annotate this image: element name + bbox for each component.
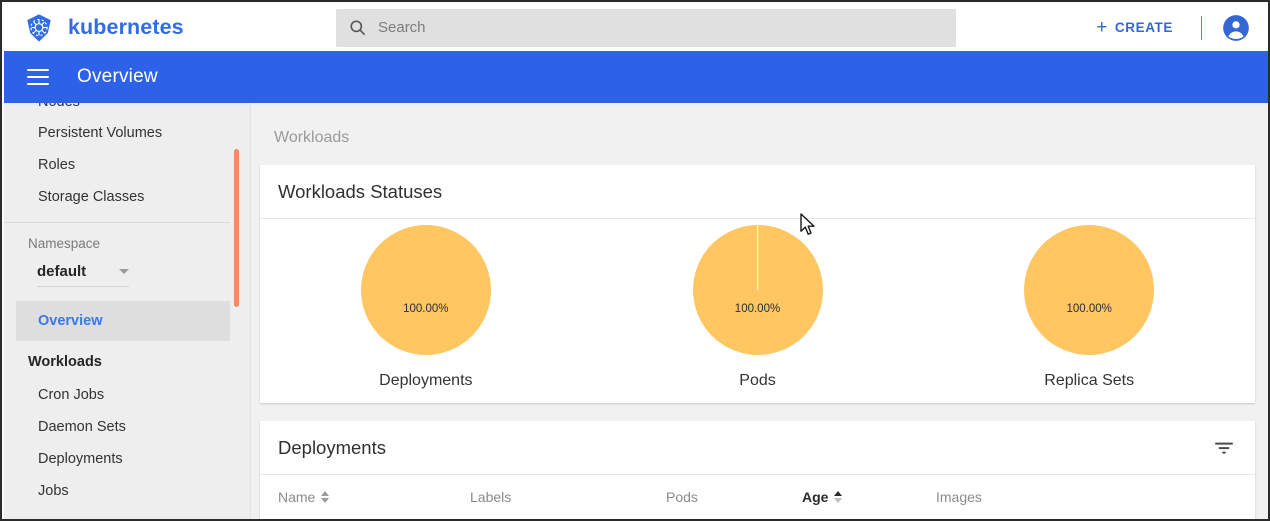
- brand-title: kubernetes: [68, 15, 184, 39]
- sidebar-item-label: Roles: [38, 157, 76, 173]
- top-bar: kubernetes + CREATE: [4, 4, 1268, 51]
- hamburger-menu-icon[interactable]: [27, 69, 49, 85]
- sidebar-item-daemon-sets[interactable]: Daemon Sets: [4, 411, 250, 443]
- sidebar-item-label: Nodes: [38, 103, 80, 110]
- sidebar-item-label: Jobs: [38, 483, 69, 499]
- sidebar-item-label: Daemon Sets: [38, 419, 126, 435]
- column-label: Labels: [470, 489, 512, 505]
- workload-status-charts: 100.00% Deployments 100.00% Pods 100.00%: [260, 219, 1255, 403]
- search-input[interactable]: [378, 12, 918, 43]
- column-label: Pods: [666, 489, 698, 505]
- sidebar-item-storage-classes[interactable]: Storage Classes: [4, 181, 250, 213]
- pie-chart-replica-sets[interactable]: 100.00%: [1024, 225, 1155, 355]
- filter-list-icon[interactable]: [1213, 439, 1235, 457]
- deployments-card-header: Deployments: [260, 421, 1255, 475]
- column-label: Images: [936, 489, 982, 505]
- sidebar-divider: [4, 222, 230, 223]
- search-bar[interactable]: [336, 8, 956, 47]
- toolbar-divider: [1201, 15, 1202, 40]
- kubernetes-helm-logo-icon: [27, 13, 51, 42]
- sidebar-item-label: Cron Jobs: [38, 387, 105, 403]
- sort-arrows-icon: [834, 491, 843, 503]
- pie-chart-pods[interactable]: 100.00%: [692, 225, 823, 355]
- pie-percent-label: 100.00%: [403, 303, 449, 315]
- card-title: Workloads Statuses: [278, 180, 443, 202]
- sort-arrows-icon: [321, 491, 330, 503]
- sub-header: Overview: [4, 51, 1268, 103]
- workloads-statuses-header: Workloads Statuses: [260, 165, 1255, 219]
- chart-caption: Replica Sets: [1044, 372, 1135, 389]
- kubernetes-dashboard-window: kubernetes + CREATE: [0, 0, 1270, 521]
- card-title: Deployments: [278, 436, 386, 458]
- chart-replica-sets: 100.00% Replica Sets: [923, 225, 1255, 403]
- sidebar-item-overview[interactable]: Overview: [16, 301, 230, 341]
- chart-caption: Pods: [739, 372, 776, 389]
- sidebar-section-workloads[interactable]: Workloads: [4, 345, 250, 379]
- column-label: Name: [278, 489, 316, 505]
- sidebar-item-label: Persistent Volumes: [38, 125, 163, 141]
- chart-deployments: 100.00% Deployments: [260, 225, 592, 403]
- search-icon: [336, 18, 378, 37]
- chart-caption: Deployments: [379, 372, 473, 389]
- sidebar-nav: Nodes Persistent Volumes Roles Storage C…: [4, 103, 250, 519]
- sidebar-item-label: Storage Classes: [38, 189, 145, 205]
- sidebar-item-roles[interactable]: Roles: [4, 149, 250, 181]
- column-header-labels[interactable]: Labels: [470, 489, 666, 505]
- sidebar-section-label: Workloads: [28, 354, 102, 370]
- page-title: Overview: [77, 66, 158, 87]
- topbar-actions: + CREATE: [1088, 12, 1268, 43]
- plus-icon: +: [1096, 17, 1108, 38]
- deployments-card: Deployments Name Labels Pods Age Images: [260, 421, 1255, 519]
- sidebar-item-label: Overview: [38, 313, 103, 329]
- pie-percent-label: 100.00%: [734, 303, 781, 315]
- account-circle-icon: [1223, 14, 1249, 41]
- column-header-images[interactable]: Images: [936, 489, 1116, 505]
- column-header-pods[interactable]: Pods: [666, 489, 802, 505]
- create-button[interactable]: + CREATE: [1088, 12, 1181, 43]
- column-header-name[interactable]: Name: [278, 489, 470, 505]
- namespace-label: Namespace: [28, 236, 101, 251]
- sidebar-item-cron-jobs[interactable]: Cron Jobs: [4, 379, 250, 411]
- pie-chart-deployments[interactable]: 100.00%: [360, 225, 491, 355]
- account-button[interactable]: [1222, 14, 1250, 42]
- chevron-down-icon: [119, 269, 129, 274]
- pie-slice-divider: [756, 225, 759, 290]
- workloads-statuses-card: Workloads Statuses 100.00% Deployments 1…: [260, 165, 1255, 403]
- chart-pods: 100.00% Pods: [592, 225, 924, 403]
- namespace-selected-value: default: [37, 263, 87, 280]
- sidebar-item-deployments[interactable]: Deployments: [4, 443, 250, 475]
- sidebar-item-nodes[interactable]: Nodes: [4, 103, 250, 117]
- deployments-table-header: Name Labels Pods Age Images: [260, 475, 1255, 519]
- sidebar-item-persistent-volumes[interactable]: Persistent Volumes: [4, 117, 250, 149]
- column-label: Age: [802, 489, 829, 505]
- brand-area[interactable]: kubernetes: [4, 13, 314, 43]
- sidebar-item-label: Deployments: [38, 451, 123, 467]
- column-header-age[interactable]: Age: [802, 489, 936, 505]
- sidebar-scrollbar[interactable]: [234, 149, 239, 307]
- create-button-label: CREATE: [1114, 20, 1173, 35]
- main-content: Workloads Workloads Statuses 100.00% Dep…: [251, 103, 1268, 519]
- breadcrumb: Workloads: [274, 129, 350, 146]
- sidebar-item-jobs[interactable]: Jobs: [4, 475, 250, 507]
- namespace-select[interactable]: default: [37, 263, 129, 287]
- pie-percent-label: 100.00%: [1066, 303, 1112, 315]
